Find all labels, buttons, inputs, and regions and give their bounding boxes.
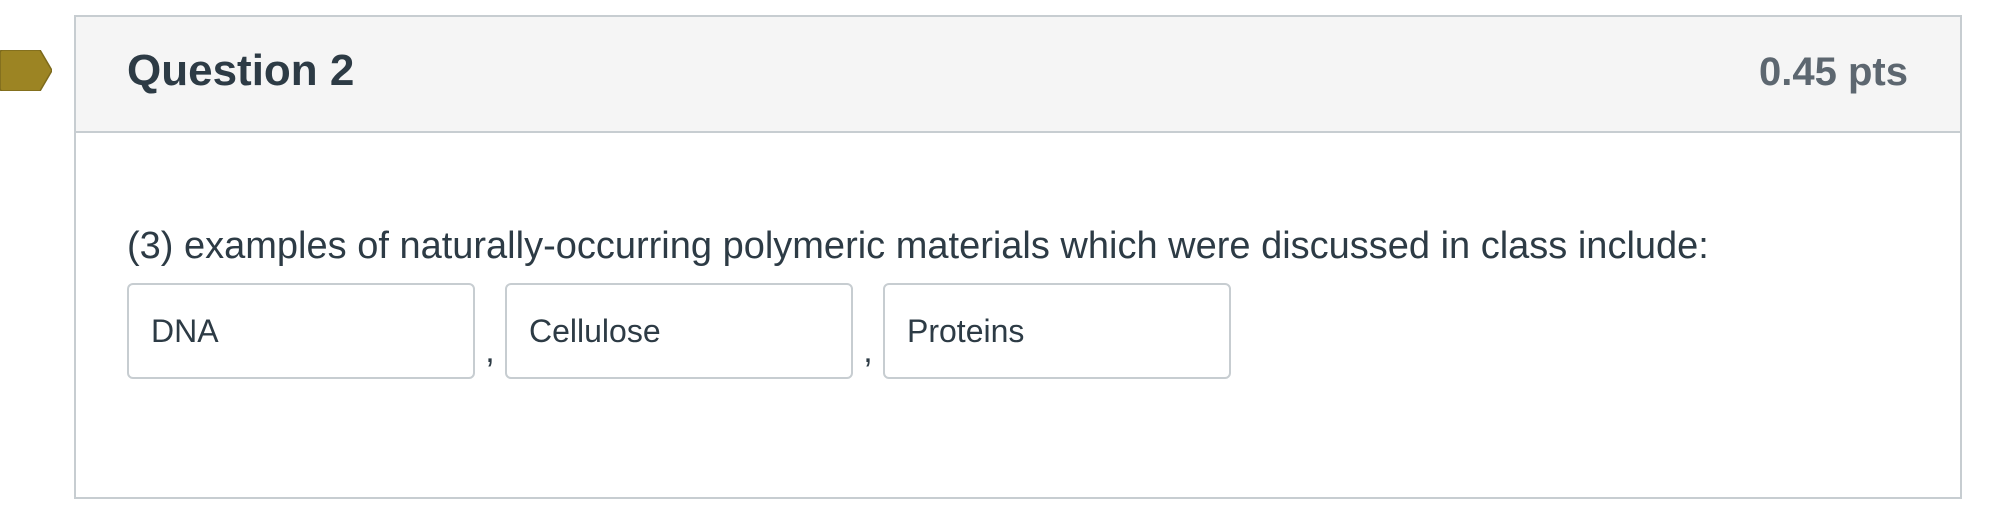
question-text: (3) examples of naturally-occurring poly… (127, 225, 1709, 267)
answer-separator: , (485, 332, 495, 370)
question-title: Question 2 (127, 46, 355, 95)
answer-row: , , (127, 283, 1231, 379)
question-card: Question 2 0.45 pts (3) examples of natu… (74, 15, 1962, 499)
question-points: 0.45 pts (1759, 50, 1908, 94)
answer-input-3[interactable] (883, 283, 1231, 379)
flag-question-icon[interactable] (0, 50, 52, 91)
answer-input-1[interactable] (127, 283, 475, 379)
answer-separator: , (863, 332, 873, 370)
question-header: Question 2 0.45 pts (76, 17, 1960, 133)
answer-input-2[interactable] (505, 283, 853, 379)
